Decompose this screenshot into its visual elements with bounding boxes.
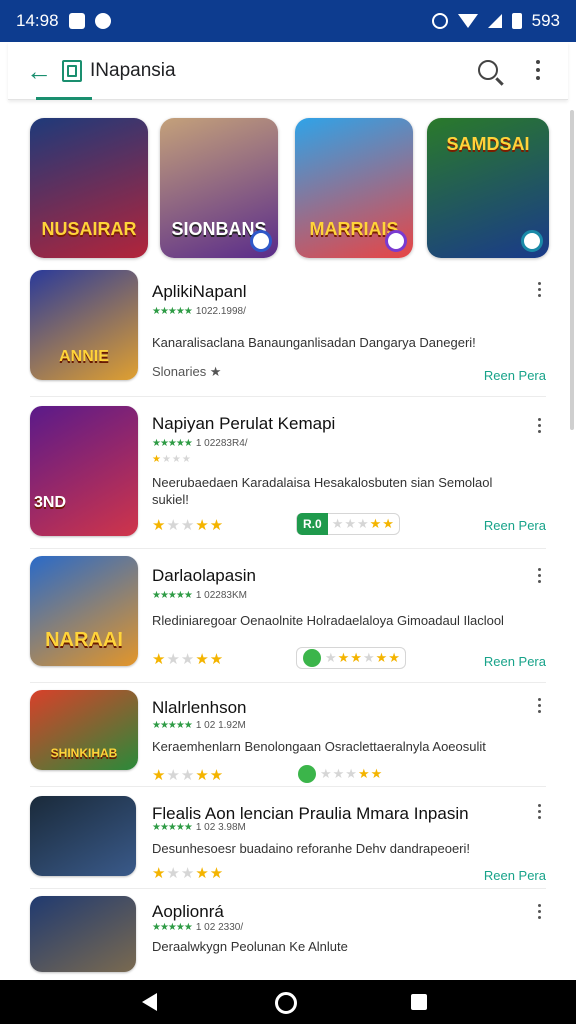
rating-stars: ★★★★★ xyxy=(152,822,193,833)
featured-card[interactable]: SIONBANS xyxy=(160,118,278,258)
app-thumbnail[interactable] xyxy=(30,896,136,972)
item-menu-icon[interactable] xyxy=(538,418,542,436)
photo-notification-icon xyxy=(68,13,85,29)
meta-text: 1 02283KM xyxy=(195,590,247,601)
list-item[interactable]: SHINKIHAB Nlalrlenhson ★★★★★ 1 02 1.92M K… xyxy=(30,690,546,787)
featured-card[interactable]: MARRIAIS xyxy=(295,118,413,258)
battery-level: 593 xyxy=(531,11,560,30)
scrollbar[interactable] xyxy=(570,110,574,430)
chat-icon xyxy=(303,649,321,667)
list-item[interactable]: Flealis Aon lencian Praulia Mmara Inpasi… xyxy=(30,796,546,889)
rating-stars: ★★★★★ xyxy=(152,306,193,317)
badge-icon xyxy=(250,230,272,252)
app-name[interactable]: AplikiNapanl xyxy=(152,282,247,302)
nav-home-icon[interactable] xyxy=(275,992,297,1014)
badge-icon xyxy=(521,230,543,252)
featured-caption: SAMDSAI xyxy=(446,134,530,154)
app-thumbnail[interactable]: NARAAI xyxy=(30,556,138,666)
featured-carousel: NUSAIRAR SIONBANS MARRIAIS SAMDSAI xyxy=(30,118,550,258)
list-item[interactable]: NARAAI Darlaolapasin ★★★★★ 1 02283KM Rled… xyxy=(30,556,546,683)
battery-icon xyxy=(511,13,522,29)
system-nav-bar xyxy=(0,980,576,1024)
page-title: INapansia xyxy=(90,59,176,81)
rating-badge-label: R.0 xyxy=(297,513,328,535)
action-link[interactable]: Reen Pera xyxy=(484,868,546,883)
rating-stars: ★★★★★ xyxy=(152,767,225,784)
rating-badge: ★ ★★ ★ ★★ xyxy=(296,647,406,669)
app-name[interactable]: Napiyan Perulat Kemapi xyxy=(152,414,335,434)
alarm-icon xyxy=(431,13,448,29)
list-item[interactable]: Aoplionrá ★★★★★ 1 02 2330/ Deraalwkygn Pe… xyxy=(30,896,546,976)
app-meta: ★★★★★ 1 02 2330/ xyxy=(152,922,243,933)
rating-stars: ★★★★★ xyxy=(152,438,193,449)
signal-icon xyxy=(487,14,502,28)
search-icon[interactable] xyxy=(478,60,498,80)
thumbnail-caption: 3ND xyxy=(34,494,67,511)
active-tab-indicator xyxy=(36,97,92,100)
meta-text: 1 02 3.98M xyxy=(195,822,246,833)
rating-stars: ★★★★★ xyxy=(152,720,193,731)
app-description: Keraemhenlarn Benolongaan Osraclettaeral… xyxy=(152,739,486,754)
rating-stars: ★★★★★ xyxy=(152,517,225,534)
app-name[interactable]: Nlalrlenhson xyxy=(152,698,247,718)
thumbnail-caption: SHINKIHAB xyxy=(50,746,118,760)
app-thumbnail[interactable]: SHINKIHAB xyxy=(30,690,138,770)
thumbnail-caption: NARAAI xyxy=(45,629,123,651)
badge-icon xyxy=(385,230,407,252)
chat-icon xyxy=(298,765,316,783)
app-name[interactable]: Darlaolapasin xyxy=(152,566,256,586)
rating-badge: ★★★ ★★ xyxy=(296,763,387,785)
app-description: Desunhesoesr buadaino reforanhe Dehv dan… xyxy=(152,841,470,856)
item-menu-icon[interactable] xyxy=(538,568,542,586)
meta-text: 1 02 2330/ xyxy=(195,922,244,933)
app-description: Neerubaedaen Karadalaisa Hesakalosbuten … xyxy=(152,475,493,507)
app-meta: ★★★★★ 1022.1998/ xyxy=(152,306,246,317)
item-menu-icon[interactable] xyxy=(538,804,542,822)
meta-text: 1022.1998/ xyxy=(195,306,246,317)
meta-text: 1 02283R4/ xyxy=(195,438,248,449)
featured-card[interactable]: SAMDSAI xyxy=(427,118,549,258)
clock: 14:98 xyxy=(16,11,59,30)
back-arrow-icon[interactable]: ← xyxy=(26,58,56,84)
app-meta: ★★★★★ 1 02283KM xyxy=(152,590,247,601)
app-description: Deraalwkygn Peolunan Ke Alnlute xyxy=(152,939,348,954)
app-bar: ← INapansia xyxy=(8,42,568,100)
item-menu-icon[interactable] xyxy=(538,904,542,922)
app-meta: ★★★★★ 1 02 1.92M xyxy=(152,720,246,731)
app-name[interactable]: Aoplionrá xyxy=(152,902,224,922)
app-category: Slonaries ★ xyxy=(152,364,222,379)
app-thumbnail[interactable]: ANNIE xyxy=(30,270,138,380)
mini-rating: ★★★★ xyxy=(152,454,192,465)
featured-caption: NUSAIRAR xyxy=(41,219,137,239)
app-description: Rlediniaregoar Oenaolnite Holradaelaloya… xyxy=(152,613,504,628)
item-menu-icon[interactable] xyxy=(538,282,542,300)
store-icon xyxy=(62,59,82,82)
item-menu-icon[interactable] xyxy=(538,698,542,716)
nav-back-icon[interactable] xyxy=(142,993,157,1011)
action-link[interactable]: Reen Pera xyxy=(484,654,546,669)
action-link[interactable]: Reen Pera xyxy=(484,518,546,533)
app-meta: ★★★★★ 1 02283R4/ xyxy=(152,438,248,449)
list-item[interactable]: 3ND Napiyan Perulat Kemapi ★★★★★ 1 02283R… xyxy=(30,406,546,549)
featured-card[interactable]: NUSAIRAR xyxy=(30,118,148,258)
thumbnail-caption: ANNIE xyxy=(59,348,109,365)
app-thumbnail[interactable] xyxy=(30,796,136,876)
rating-stars: ★★★★★ xyxy=(152,865,225,882)
list-item[interactable]: ANNIE AplikiNapanl ★★★★★ 1022.1998/ Kanar… xyxy=(30,270,546,397)
overflow-menu-icon[interactable] xyxy=(536,60,540,80)
status-bar: 14:98 593 xyxy=(0,0,576,42)
app-description: Kanaralisaclana Banaunganlisadan Dangary… xyxy=(152,335,476,350)
rating-stars: ★★★★★ xyxy=(152,651,225,668)
meta-text: 1 02 1.92M xyxy=(195,720,246,731)
rating-badge: R.0 ★★★ ★★ xyxy=(296,513,400,535)
check-notification-icon xyxy=(94,13,111,29)
app-meta: ★★★★★ 1 02 3.98M xyxy=(152,822,246,833)
action-link[interactable]: Reen Pera xyxy=(484,368,546,383)
nav-recents-icon[interactable] xyxy=(411,994,427,1010)
app-thumbnail[interactable]: 3ND xyxy=(30,406,138,536)
app-name[interactable]: Flealis Aon lencian Praulia Mmara Inpasi… xyxy=(152,804,469,824)
rating-stars: ★★★★★ xyxy=(152,922,193,933)
wifi-icon xyxy=(457,14,478,28)
rating-stars: ★★★★★ xyxy=(152,590,193,601)
